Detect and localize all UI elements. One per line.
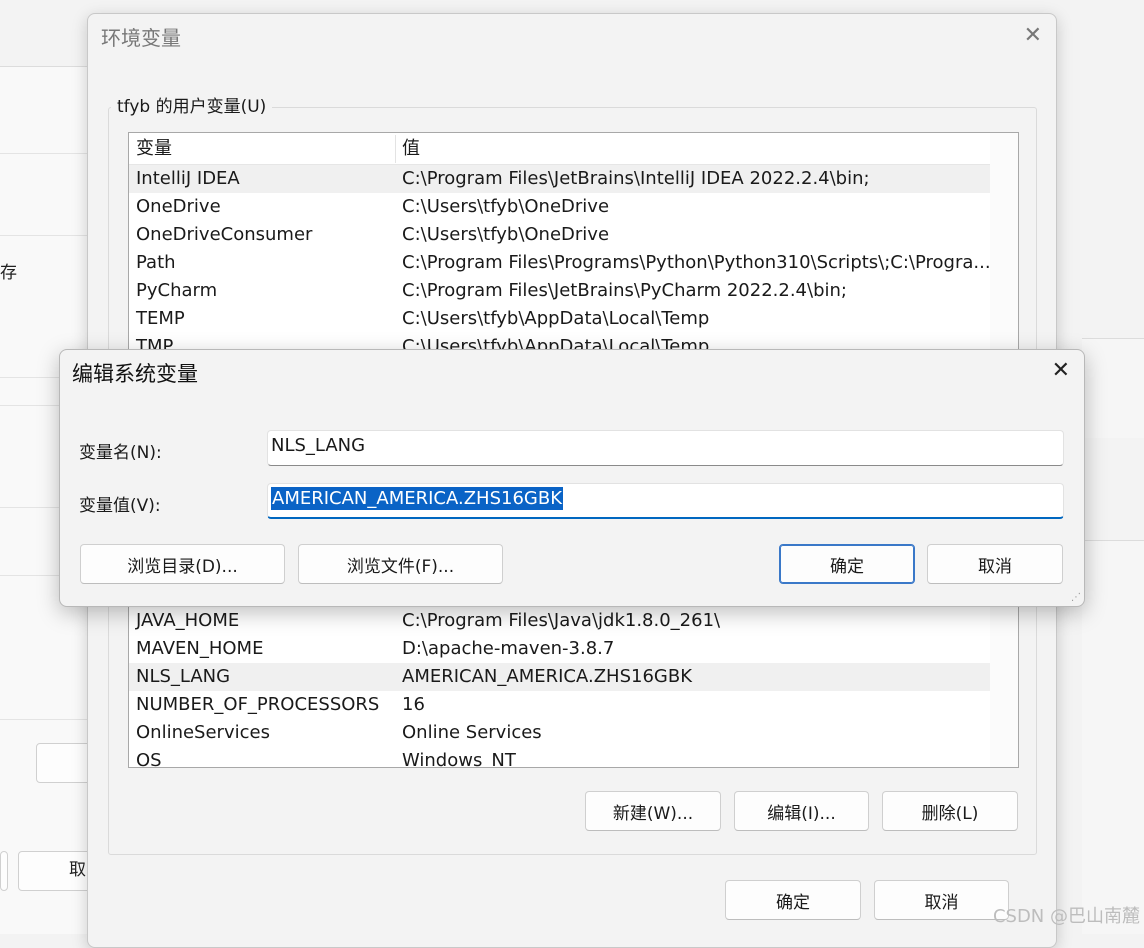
ok-button[interactable]: 确定 [779,544,915,584]
table-row[interactable]: Path C:\Program Files\Programs\Python\Py… [129,249,991,277]
variable-value: C:\Users\tfyb\AppData\Local\Temp [402,308,710,329]
variable-name-input[interactable]: NLS_LANG [267,430,1064,466]
column-separator[interactable] [395,135,396,163]
browse-directory-button[interactable]: 浏览目录(D)... [80,544,285,584]
user-variables-group-title: tfyb 的用户变量(U) [111,92,273,117]
variable-value: C:\Program Files\JetBrains\IntelliJ IDEA… [402,168,870,189]
background-window-right [1082,338,1144,438]
table-row[interactable]: TMP C:\Users\tfyb\AppData\Local\Temp [129,333,991,350]
background-text-fragment: 存 [0,263,17,283]
divider [0,153,95,154]
variable-name: JAVA_HOME [136,610,240,631]
variable-name: Path [136,252,176,273]
table-row[interactable]: NLS_LANG AMERICAN_AMERICA.ZHS16GBK [129,663,991,691]
variable-value: C:\Users\tfyb\OneDrive [402,224,610,245]
variable-name: OneDriveConsumer [136,224,313,245]
scrollbar[interactable] [990,604,1018,767]
user-variables-list[interactable]: 变量 值 IntelliJ IDEA C:\Program Files\JetB… [128,132,1019,350]
variable-value: Windows_NT [402,750,516,768]
system-variables-list[interactable]: JAVA_HOME C:\Program Files\Java\jdk1.8.0… [128,604,1019,768]
selected-text: AMERICAN_AMERICA.ZHS16GBK [271,487,563,510]
divider [0,235,95,236]
table-row[interactable]: TEMP C:\Users\tfyb\AppData\Local\Temp [129,305,991,333]
column-header-variable[interactable]: 变量 [136,133,172,165]
ok-button[interactable]: 确定 [725,880,861,920]
variable-value: C:\Program Files\Java\jdk1.8.0_261\ [402,610,721,631]
variable-name: OneDrive [136,196,221,217]
delete-variable-button[interactable]: 删除(L) [882,791,1018,831]
column-header-value[interactable]: 值 [402,133,420,165]
variable-value: C:\Users\tfyb\OneDrive [402,196,610,217]
variable-value: C:\Program Files\JetBrains\PyCharm 2022.… [402,280,847,301]
list-header: 变量 值 [129,133,991,165]
background-button-edge[interactable] [0,851,8,891]
cancel-button[interactable]: 取消 [927,544,1063,584]
variable-name: NUMBER_OF_PROCESSORS [136,694,380,715]
variable-name: MAVEN_HOME [136,638,264,659]
resize-grip-icon[interactable]: ⋰ [1071,592,1081,603]
close-icon[interactable]: ✕ [1052,358,1070,384]
dialog-title: 编辑系统变量 [72,362,198,386]
variable-name: TEMP [136,308,185,329]
variable-value: AMERICAN_AMERICA.ZHS16GBK [402,666,692,687]
variable-value: Online Services [402,722,542,743]
variable-value: C:\Program Files\Programs\Python\Python3… [402,252,991,273]
variable-name-value: NLS_LANG [271,435,366,456]
edit-variable-button[interactable]: 编辑(I)... [734,791,869,831]
watermark: CSDN @巴山南麓 [992,906,1140,927]
dialog-title: 环境变量 [101,26,181,50]
table-row[interactable]: IntelliJ IDEA C:\Program Files\JetBrains… [129,165,991,193]
table-row[interactable]: OnlineServices Online Services [129,719,991,747]
variable-name: OnlineServices [136,722,270,743]
variable-value: C:\Users\tfyb\AppData\Local\Temp [402,336,710,350]
table-row[interactable]: PyCharm C:\Program Files\JetBrains\PyCha… [129,277,991,305]
table-row[interactable]: OneDriveConsumer C:\Users\tfyb\OneDrive [129,221,991,249]
table-row[interactable]: MAVEN_HOME D:\apache-maven-3.8.7 [129,635,991,663]
table-row[interactable]: NUMBER_OF_PROCESSORS 16 [129,691,991,719]
new-variable-button[interactable]: 新建(W)... [585,791,721,831]
table-row[interactable]: OS Windows_NT [129,747,991,768]
variable-name-label: 变量名(N): [79,443,162,463]
divider [0,719,95,720]
table-row[interactable]: OneDrive C:\Users\tfyb\OneDrive [129,193,991,221]
variable-value-label: 变量值(V): [79,496,161,516]
variable-name: IntelliJ IDEA [136,168,240,189]
variable-value-input[interactable]: AMERICAN_AMERICA.ZHS16GBK [267,483,1064,519]
background-window-right [1082,540,1144,934]
variable-value: 16 [402,694,425,715]
close-icon[interactable]: ✕ [1024,22,1042,50]
variable-name: OS [136,750,162,768]
variable-name: NLS_LANG [136,666,231,687]
edit-system-variable-dialog: 编辑系统变量 ✕ 变量名(N): NLS_LANG 变量值(V): AMERIC… [59,349,1085,607]
table-row[interactable]: JAVA_HOME C:\Program Files\Java\jdk1.8.0… [129,607,991,635]
scrollbar[interactable] [990,133,1018,349]
variable-name: TMP [136,336,174,350]
cancel-button[interactable]: 取消 [874,880,1009,920]
variable-value: D:\apache-maven-3.8.7 [402,638,615,659]
browse-file-button[interactable]: 浏览文件(F)... [298,544,503,584]
variable-name: PyCharm [136,280,218,301]
